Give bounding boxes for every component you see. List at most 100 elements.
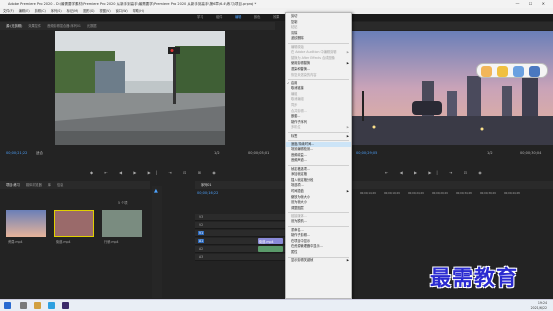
hand-icon[interactable] — [481, 66, 492, 77]
menu-7[interactable]: 窗口(W) — [116, 9, 128, 13]
project-tab-3[interactable]: 信息 — [57, 183, 63, 187]
context-menu-item-label: 制作子剪辑... — [291, 233, 310, 238]
context-menu-item-label: 缩放为帧大小 — [291, 194, 311, 199]
tools-panel: ▲ — [152, 186, 162, 298]
source-tab-2[interactable]: 音频剪辑混合器:序列01 — [47, 24, 81, 28]
program-timecode[interactable]: 00;00;29;05 — [356, 151, 377, 155]
source-timecode[interactable]: 00;00;21;22 — [6, 151, 27, 155]
track-label[interactable]: V3 — [198, 215, 204, 219]
clip-name-1: 黄昏.mp4 — [8, 240, 23, 244]
workspace-tab-3[interactable]: 颜色 — [254, 14, 260, 21]
workspace-bar: 学习组件编辑颜色效果音频图形库 — [0, 14, 553, 21]
timeline-clip-label: 街道.mp4 — [259, 240, 274, 244]
menu-1[interactable]: 编辑(E) — [19, 9, 30, 13]
context-menu-item-label: 场景编辑检测... — [291, 147, 314, 152]
workspace-tab-4[interactable]: 效果 — [273, 14, 279, 21]
source-page[interactable]: 1/2 — [214, 151, 220, 155]
mail-icon[interactable] — [513, 66, 524, 77]
source-transport-controls[interactable]: ◆ ⇤ ◀ ▶ ▶| ⇥ ⊡ ⊞ ◉ — [90, 170, 221, 175]
track-label[interactable]: A3 — [198, 255, 204, 259]
context-menu-item-label: 在项目中显示 — [291, 238, 311, 243]
program-transport-controls[interactable]: ⇤ ◀ ▶ ▶| ⇥ ⊡ ◉ — [385, 170, 487, 175]
context-menu-item-label: 取消编组 — [291, 97, 304, 102]
edge-icon[interactable] — [48, 302, 55, 309]
context-menu-item-label: 复制 — [291, 19, 298, 24]
comment-icon[interactable] — [497, 66, 508, 77]
context-menu-item[interactable]: 设为脱机... — [286, 219, 351, 225]
menu-3[interactable]: 序列(S) — [51, 9, 62, 13]
clip-name-2: 街道.mp4 — [56, 240, 71, 244]
workspace-tab-2[interactable]: 编辑 — [235, 14, 241, 21]
track-label[interactable]: V1 — [198, 231, 205, 235]
track-label[interactable]: A2 — [198, 247, 204, 251]
project-tab-1[interactable]: 媒体浏览器 — [26, 183, 42, 187]
track-row-v3[interactable]: V3 — [195, 214, 285, 221]
source-zoom[interactable]: 适合 — [36, 151, 43, 156]
clip-thumb-2[interactable] — [54, 210, 94, 237]
program-page[interactable]: 1/2 — [487, 151, 493, 155]
context-menu-item[interactable]: 标签 ▶ — [286, 134, 351, 140]
context-menu-item: 恢复未渲染的内容 — [286, 73, 351, 79]
system-tray-clock[interactable]: 19:24 2021/6/22 — [531, 301, 547, 310]
clip-thumb-1[interactable] — [6, 210, 46, 237]
context-menu-item[interactable]: 波纹删除 — [286, 36, 351, 42]
context-menu-item[interactable]: 调整图层 — [286, 206, 351, 212]
clip-thumb-3[interactable] — [102, 210, 142, 237]
source-tab-0[interactable]: 源:(无剪辑) — [6, 24, 22, 28]
menu-0[interactable]: 文件(F) — [3, 9, 14, 13]
menu-8[interactable]: 帮助(H) — [133, 9, 144, 13]
search-icon[interactable] — [20, 302, 27, 309]
zoom-icon[interactable] — [529, 66, 540, 77]
context-menu-item-label: 帧定格选项... — [291, 166, 310, 171]
start-icon[interactable] — [4, 302, 11, 309]
context-menu-item-label: 合并剪辑... — [291, 108, 307, 113]
context-menu-item-label: 编辑原始 — [291, 44, 304, 49]
track-row-v2[interactable]: V2 — [195, 222, 285, 229]
menu-2[interactable]: 剪辑(C) — [35, 9, 46, 13]
timeline-clip-a1[interactable] — [258, 246, 283, 252]
floating-toolbar — [476, 63, 548, 78]
project-tab-0[interactable]: 项目:练习 — [6, 183, 20, 187]
context-menu-item-label: 场选项... — [291, 183, 304, 188]
windows-taskbar: 19:24 2021/6/22 — [0, 299, 553, 311]
context-menu-item-label: 启用 — [291, 80, 298, 85]
timeline-timecode[interactable]: 00;00;16;22 — [197, 191, 218, 195]
menu-4[interactable]: 标记(M) — [67, 9, 79, 13]
context-menu-item-label: 制作子序列 — [291, 119, 307, 124]
track-label[interactable]: A1 — [198, 239, 205, 243]
ruler-tick-label: 00;00;29;29 — [432, 192, 448, 195]
context-menu-item-label: 替换为 After Effects 合成图像 — [291, 55, 335, 60]
context-menu-item[interactable]: 音频声道... — [286, 158, 351, 164]
context-menu-item-label: 添加帧定格 — [291, 172, 307, 177]
context-menu-item-label: 恢复未渲染的内容 — [291, 72, 317, 77]
watermark-text: 最需教育 — [430, 265, 518, 290]
source-tab-1[interactable]: 效果控件 — [28, 24, 41, 28]
source-duration: 00;00;05;01 — [248, 151, 270, 155]
track-row-v1[interactable]: V1 — [195, 230, 285, 237]
workspace-tab-1[interactable]: 组件 — [216, 14, 222, 21]
file-explorer-icon[interactable] — [34, 302, 41, 309]
context-menu-item[interactable]: 显示剪辑关键帧 ▶ — [286, 258, 351, 264]
source-tab-3[interactable]: 元数据 — [87, 24, 97, 28]
source-video — [55, 31, 225, 145]
menu-6[interactable]: 视图(V) — [100, 9, 111, 13]
menu-5[interactable]: 图形(G) — [83, 9, 94, 13]
track-row-a3[interactable]: A3 — [195, 254, 285, 261]
context-menu-item-label: 设为脱机... — [291, 219, 307, 224]
project-tab-2[interactable]: 库 — [48, 183, 51, 187]
workspace-tab-0[interactable]: 学习 — [197, 14, 203, 21]
track-label[interactable]: V2 — [198, 223, 204, 227]
program-monitor-tabs — [352, 22, 553, 30]
context-menu-item-label: 重命名... — [291, 227, 304, 232]
context-menu-item-label: 标签 — [291, 133, 298, 138]
context-menu-item-label: 清除 — [291, 30, 298, 35]
context-menu-item-label: 粘贴 — [291, 25, 298, 30]
selection-tool-icon[interactable]: ▲ — [154, 188, 158, 194]
context-menu-item[interactable]: 属性 — [286, 250, 351, 256]
context-menu-item-label: 显示剪辑关键帧 — [291, 258, 314, 262]
premiere-taskbar-icon[interactable] — [62, 302, 69, 309]
window-controls[interactable]: — ☐ ✕ — [516, 0, 549, 8]
submenu-arrow-icon: ▶ — [346, 133, 349, 138]
timeline-tab[interactable]: 序列01 — [201, 183, 211, 187]
dusk-city-image — [352, 31, 553, 145]
